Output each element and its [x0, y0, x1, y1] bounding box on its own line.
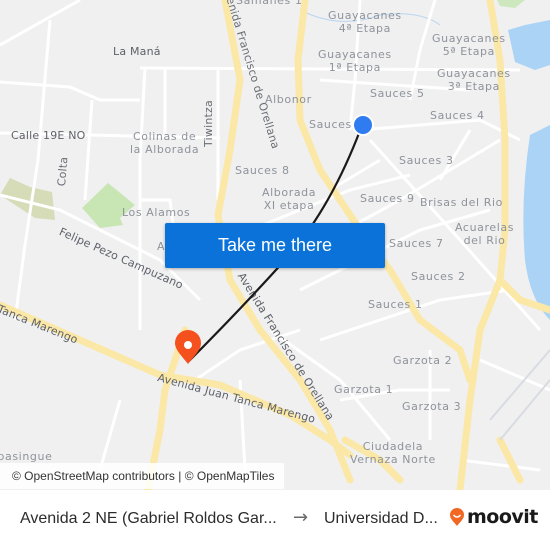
arrow-right-icon: →: [293, 507, 309, 528]
moovit-logo[interactable]: moovit: [449, 506, 538, 528]
map-attribution[interactable]: © OpenStreetMap contributors | © OpenMap…: [0, 463, 285, 489]
origin-stop-name: Avenida 2 NE (Gabriel Roldos Gar...: [20, 510, 277, 527]
map-view[interactable]: Samanes 1 Guayacanes 4ª Etapa Guayacanes…: [0, 0, 550, 490]
destination-name: Universidad D...: [324, 510, 438, 527]
moovit-pin-icon: [450, 508, 464, 526]
footer-bar: Avenida 2 NE (Gabriel Roldos Gar... → Un…: [0, 490, 550, 550]
destination-marker[interactable]: [175, 330, 201, 364]
origin-marker[interactable]: [352, 114, 374, 136]
take-me-there-button[interactable]: Take me there: [165, 223, 385, 268]
moovit-wordmark: moovit: [467, 506, 538, 528]
